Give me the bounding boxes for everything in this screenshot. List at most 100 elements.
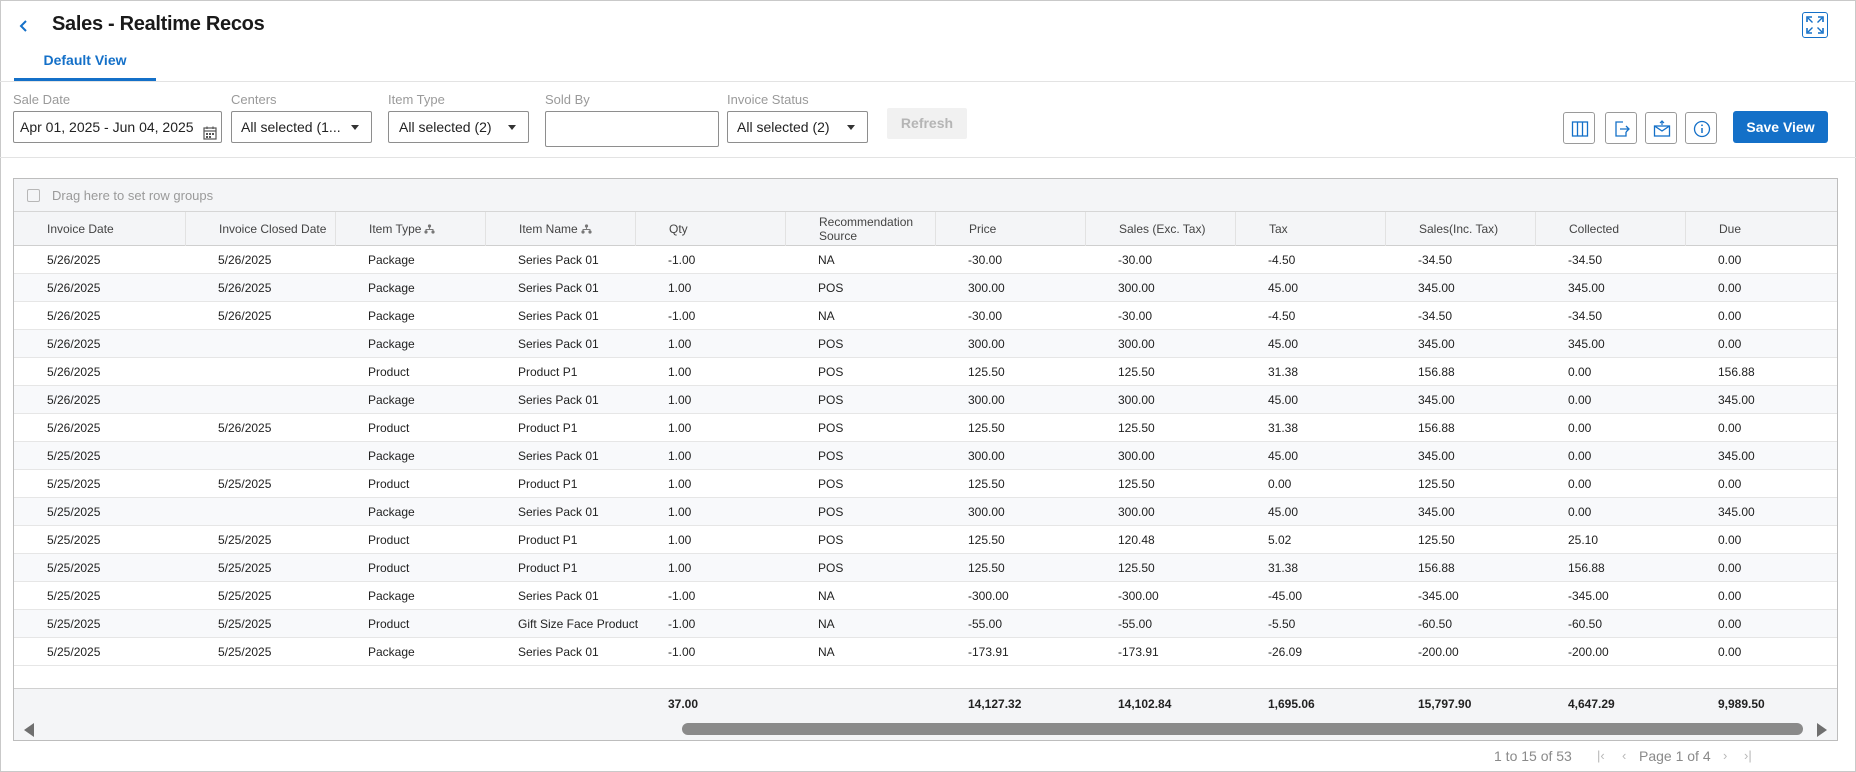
cell-collected: 345.00: [1568, 337, 1605, 351]
next-page-icon[interactable]: ›: [1723, 748, 1727, 763]
cell-due: 0.00: [1718, 645, 1742, 659]
email-icon[interactable]: [1645, 112, 1677, 144]
cell-invoice-closed-date: [185, 498, 218, 526]
sale-date-value: Apr 01, 2025 - Jun 04, 2025: [20, 119, 194, 135]
cell-collected: -34.50: [1568, 253, 1603, 267]
scrollbar-thumb[interactable]: [682, 723, 1803, 735]
cell-due: 0.00: [1718, 421, 1742, 435]
column-header-collected[interactable]: Collected: [1535, 212, 1685, 246]
calendar-icon[interactable]: [203, 120, 217, 142]
column-header-item-type[interactable]: Item Type: [335, 212, 485, 246]
sold-by-input[interactable]: [545, 111, 719, 147]
column-header-tax[interactable]: Tax: [1235, 212, 1385, 246]
cell-tax: 45.00: [1268, 393, 1299, 407]
cell-invoice-date: 5/26/2025: [47, 253, 101, 267]
cell-sales-inc-tax: -34.50: [1418, 253, 1453, 267]
table-row[interactable]: 5/25/2025 5/25/2025 Product Gift Size Face …: [14, 610, 1837, 638]
cell-due: 156.88: [1718, 365, 1755, 379]
cell-item-type: Package: [368, 505, 415, 519]
table-row[interactable]: 5/26/2025 Package Series Pack 01 1.00 POS 300…: [14, 386, 1837, 414]
chevron-down-icon: [508, 125, 516, 130]
column-header-sales-exc-tax[interactable]: Sales (Exc. Tax): [1085, 212, 1235, 246]
cell-recommendation-source: POS: [818, 281, 844, 295]
scroll-left-icon[interactable]: [24, 723, 34, 737]
table-row[interactable]: 5/25/2025 5/25/2025 Product Product P1 1.00 P…: [14, 526, 1837, 554]
row-group-panel[interactable]: Drag here to set row groups: [14, 179, 1837, 212]
column-header-due[interactable]: Due: [1685, 212, 1839, 246]
column-header-label: Price: [969, 222, 997, 236]
table-row[interactable]: 5/25/2025 5/25/2025 Product Product P1 1.00 P…: [14, 470, 1837, 498]
invoice-status-select[interactable]: All selected (2): [727, 111, 868, 143]
cell-invoice-closed-date: 5/25/2025: [218, 561, 272, 575]
table-row[interactable]: 5/26/2025 5/26/2025 Package Series Pack 01 1…: [14, 274, 1837, 302]
save-view-button[interactable]: Save View: [1733, 111, 1828, 143]
cell-tax: -4.50: [1268, 253, 1296, 267]
cell-price: 125.50: [968, 561, 1005, 575]
column-header-recommendation-source[interactable]: Recommendation Source: [785, 212, 935, 246]
cell-tax: 0.00: [1268, 477, 1292, 491]
table-row[interactable]: 5/25/2025 5/25/2025 Package Series Pack 01 -…: [14, 638, 1837, 666]
cell-qty: 1.00: [668, 365, 692, 379]
cell-collected: 345.00: [1568, 281, 1605, 295]
first-page-icon[interactable]: |‹: [1597, 748, 1605, 763]
total-cell-recommendation-source: [785, 689, 818, 719]
cell-sales-inc-tax: 156.88: [1418, 561, 1455, 575]
cell-sales-exc-tax: 300.00: [1118, 449, 1155, 463]
info-icon[interactable]: [1685, 112, 1717, 144]
cell-sales-exc-tax: 125.50: [1118, 365, 1155, 379]
cell-sales-exc-tax: -30.00: [1118, 253, 1153, 267]
cell-sales-inc-tax: -200.00: [1418, 645, 1459, 659]
table-row[interactable]: 5/25/2025 5/25/2025 Product Product P1 1.00 P…: [14, 554, 1837, 582]
cell-due: 0.00: [1718, 561, 1742, 575]
sold-by-label: Sold By: [545, 92, 590, 107]
cell-invoice-closed-date: [185, 330, 218, 358]
table-row[interactable]: 5/26/2025 Product Product P1 1.00 POS 125.50 1…: [14, 358, 1837, 386]
cell-sales-exc-tax: -55.00: [1118, 617, 1153, 631]
column-header-invoice-closed-date[interactable]: Invoice Closed Date: [185, 212, 335, 246]
table-row[interactable]: 5/26/2025 5/26/2025 Package Series Pack 01 -…: [14, 246, 1837, 274]
cell-recommendation-source: POS: [818, 561, 844, 575]
column-header-invoice-date[interactable]: Invoice Date: [14, 212, 185, 246]
previous-page-icon[interactable]: ‹: [1622, 748, 1626, 763]
total-cell-invoice-date: [14, 689, 47, 719]
sale-date-picker[interactable]: Apr 01, 2025 - Jun 04, 2025: [13, 111, 222, 143]
column-header-label: Item Name: [519, 222, 578, 236]
back-chevron-icon[interactable]: [18, 14, 34, 38]
column-header-qty[interactable]: Qty: [635, 212, 785, 246]
table-row[interactable]: 5/25/2025 Package Series Pack 01 1.00 POS 300…: [14, 442, 1837, 470]
item-type-select[interactable]: All selected (2): [388, 111, 529, 143]
cell-price: -173.91: [968, 645, 1009, 659]
cell-item-type: Package: [368, 645, 415, 659]
cell-sales-exc-tax: 120.48: [1118, 533, 1155, 547]
horizontal-scrollbar[interactable]: [14, 718, 1837, 740]
expand-icon[interactable]: [1802, 12, 1828, 38]
column-header-item-name[interactable]: Item Name: [485, 212, 635, 246]
cell-price: 300.00: [968, 393, 1005, 407]
scroll-right-icon[interactable]: [1817, 723, 1827, 737]
table-row[interactable]: 5/25/2025 Package Series Pack 01 1.00 POS 300…: [14, 498, 1837, 526]
column-header-sales-inc-tax[interactable]: Sales(Inc. Tax): [1385, 212, 1535, 246]
columns-icon[interactable]: [1563, 112, 1595, 144]
column-header-label: Qty: [669, 222, 688, 236]
cell-tax: -26.09: [1268, 645, 1303, 659]
column-header-price[interactable]: Price: [935, 212, 1085, 246]
table-row[interactable]: 5/26/2025 5/26/2025 Package Series Pack 01 -…: [14, 302, 1837, 330]
table-row[interactable]: 5/26/2025 5/26/2025 Product Product P1 1.00 P…: [14, 414, 1837, 442]
page-title: Sales - Realtime Recos: [52, 13, 265, 35]
cell-item-name: Product P1: [518, 365, 578, 379]
cell-sales-inc-tax: 125.50: [1418, 533, 1455, 547]
table-row[interactable]: 5/26/2025 Package Series Pack 01 1.00 POS 300…: [14, 330, 1837, 358]
cell-qty: 1.00: [668, 505, 692, 519]
refresh-button[interactable]: Refresh: [887, 108, 967, 139]
table-row[interactable]: 5/25/2025 5/25/2025 Package Series Pack 01 -…: [14, 582, 1837, 610]
last-page-icon[interactable]: ›|: [1744, 748, 1752, 763]
cell-collected: 0.00: [1568, 365, 1592, 379]
cell-invoice-date: 5/25/2025: [47, 505, 101, 519]
cell-invoice-closed-date: [185, 442, 218, 470]
cell-item-name: Series Pack 01: [518, 449, 599, 463]
export-icon[interactable]: [1605, 112, 1637, 144]
cell-tax: 31.38: [1268, 561, 1299, 575]
cell-invoice-date: 5/25/2025: [47, 477, 101, 491]
centers-select[interactable]: All selected (1...: [231, 111, 372, 143]
cell-tax: -45.00: [1268, 589, 1303, 603]
